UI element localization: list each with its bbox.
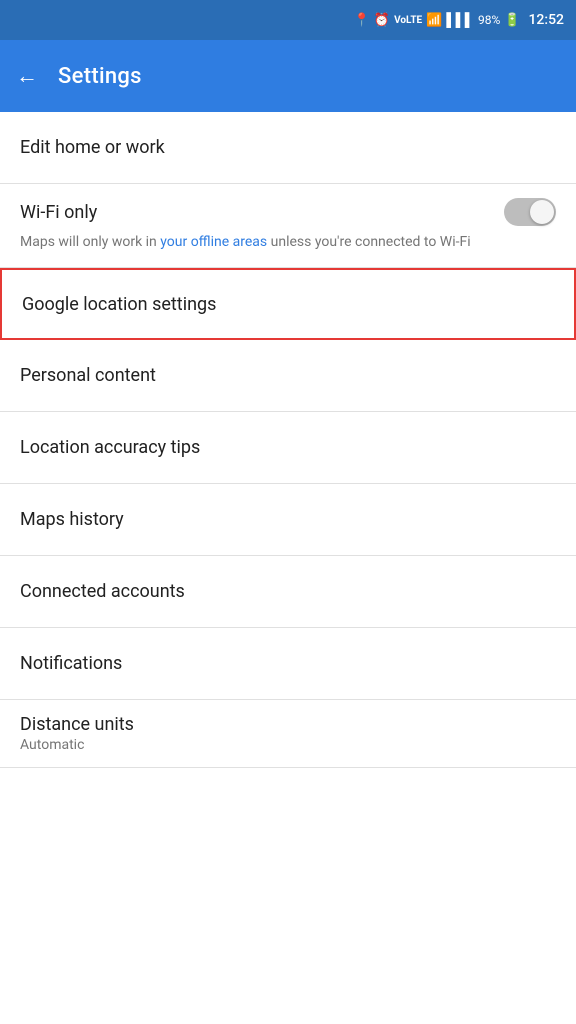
wifi-toggle[interactable] <box>504 198 556 226</box>
menu-item-connected-accounts[interactable]: Connected accounts <box>0 556 576 628</box>
signal-icon: ▌▌▌ <box>446 12 474 28</box>
wifi-status-icon: 📶 <box>426 13 442 28</box>
location-accuracy-tips-label: Location accuracy tips <box>20 437 200 458</box>
battery-text: 98% <box>478 13 500 27</box>
volte-icon: VoLTE <box>394 15 422 26</box>
battery-icon: 🔋 <box>504 13 520 28</box>
notifications-label: Notifications <box>20 653 122 674</box>
distance-units-sub: Automatic <box>20 737 556 753</box>
menu-item-distance-units[interactable]: Distance units Automatic <box>0 700 576 768</box>
menu-item-edit-home-work[interactable]: Edit home or work <box>0 112 576 184</box>
maps-history-label: Maps history <box>20 509 124 530</box>
alarm-icon: ⏰ <box>374 13 390 28</box>
status-time: 12:52 <box>528 12 564 28</box>
menu-item-personal-content[interactable]: Personal content <box>0 340 576 412</box>
google-location-settings-label: Google location settings <box>22 294 216 315</box>
status-icons: 📍 ⏰ VoLTE 📶 ▌▌▌ 98% 🔋 12:52 <box>354 12 564 28</box>
back-button[interactable]: ← <box>16 63 38 89</box>
distance-units-label: Distance units <box>20 714 556 735</box>
menu-item-notifications[interactable]: Notifications <box>0 628 576 700</box>
wifi-description: Maps will only work in your offline area… <box>20 232 556 253</box>
personal-content-label: Personal content <box>20 365 156 386</box>
status-bar: 📍 ⏰ VoLTE 📶 ▌▌▌ 98% 🔋 12:52 <box>0 0 576 40</box>
page-title: Settings <box>58 64 142 89</box>
app-bar: ← Settings <box>0 40 576 112</box>
edit-home-work-label: Edit home or work <box>20 137 165 158</box>
wifi-only-label: Wi-Fi only <box>20 202 97 223</box>
menu-item-maps-history[interactable]: Maps history <box>0 484 576 556</box>
wifi-top-row: Wi-Fi only <box>20 198 556 226</box>
connected-accounts-label: Connected accounts <box>20 581 185 602</box>
location-icon: 📍 <box>354 13 370 28</box>
offline-areas-link[interactable]: your offline areas <box>160 234 267 250</box>
menu-item-wifi-only[interactable]: Wi-Fi only Maps will only work in your o… <box>0 184 576 268</box>
menu-item-location-accuracy-tips[interactable]: Location accuracy tips <box>0 412 576 484</box>
menu-item-google-location-settings[interactable]: Google location settings <box>0 268 576 340</box>
toggle-thumb <box>530 200 554 224</box>
settings-list: Edit home or work Wi-Fi only Maps will o… <box>0 112 576 768</box>
